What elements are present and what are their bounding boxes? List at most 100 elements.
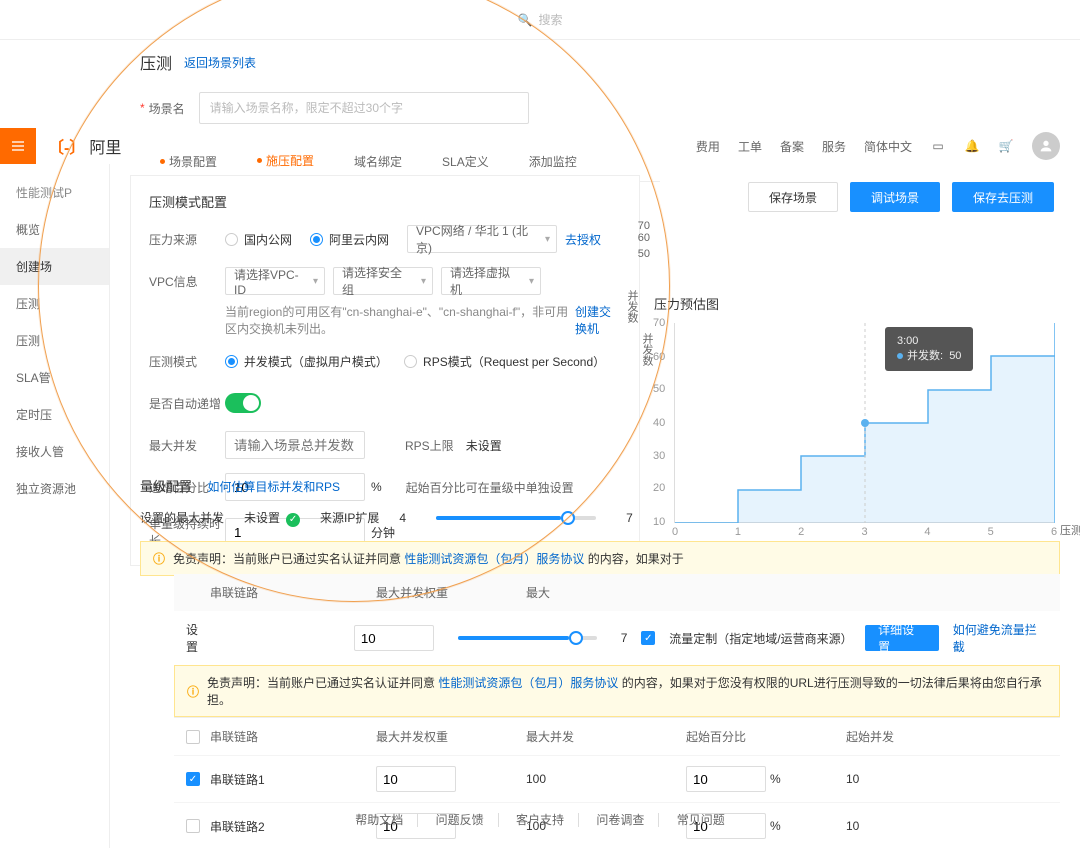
footer-docs[interactable]: 帮助文档 — [341, 813, 418, 827]
mid-row: 设置 7 ✓ 流量定制（指定地域/运营商来源） 详细设置 如何避免流量拦截 — [174, 611, 1060, 665]
action-buttons: 保存场景 调试场景 保存去压测 — [748, 182, 1054, 212]
mode-label: 压测模式 — [149, 353, 225, 370]
sidebar: 性能测试P 概览 创建场 压测 压测 SLA管 定时压 接收人管 独立资源池 — [0, 164, 110, 848]
mid-h3: 最大 — [526, 584, 686, 601]
mid-h1: 串联链路 — [186, 584, 376, 601]
bell-icon[interactable]: 🔔 — [964, 138, 980, 154]
mid-slider-max: 7 — [621, 631, 628, 645]
tt-val: 50 — [949, 350, 961, 362]
qty-max-label: 设置的最大并发 — [140, 509, 224, 526]
link-table-section: 串联链路 最大并发权重 最大 设置 7 ✓ 流量定制（指定地域/运营商来源） 详… — [174, 574, 1060, 849]
nav-service[interactable]: 服务 — [822, 138, 846, 155]
footer-faq[interactable]: 常见问题 — [663, 813, 739, 827]
debug-button[interactable]: 调试场景 — [850, 182, 940, 212]
brand-text: 阿里 — [89, 134, 121, 158]
footer-support[interactable]: 客户支持 — [502, 813, 579, 827]
radio-rps[interactable]: RPS模式（Request per Second） — [404, 353, 603, 370]
qty-title: 量级配置 — [140, 476, 192, 495]
info-icon: ⓘ — [153, 550, 165, 567]
sidebar-item-recv[interactable]: 接收人管 — [0, 433, 109, 470]
save-button[interactable]: 保存场景 — [748, 182, 838, 212]
nav-lang[interactable]: 简体中文 — [864, 138, 912, 155]
mid-input[interactable] — [354, 625, 434, 651]
ip-slider[interactable] — [436, 516, 596, 520]
cfg-title: 压测模式配置 — [149, 192, 621, 211]
traffic-label: 流量定制（指定地域/运营商来源） — [669, 630, 851, 647]
back-link[interactable]: 返回场景列表 — [184, 54, 256, 71]
search-placeholder: 搜索 — [538, 11, 562, 28]
pct-input[interactable] — [686, 766, 766, 792]
brand-icon: 〔-〕 — [48, 134, 85, 158]
scene-header: 压测 返回场景列表 * 场景名 场景配置 施压配置 域名绑定 SLA定义 添加监… — [140, 50, 660, 182]
nav-ticket[interactable]: 工单 — [738, 138, 762, 155]
slider-min: 4 — [399, 511, 406, 525]
footer-survey[interactable]: 问卷调查 — [582, 813, 659, 827]
auto-toggle[interactable] — [225, 393, 261, 413]
vpc-region-select[interactable]: VPC网络 / 华北 1 (北京) — [407, 225, 557, 253]
info-icon: ⓘ — [187, 683, 199, 700]
page-title: 压测 — [140, 50, 172, 74]
sidebar-item-test1[interactable]: 压测 — [0, 285, 109, 322]
nav-fee[interactable]: 费用 — [696, 138, 720, 155]
console-icon[interactable]: ▭ — [930, 138, 946, 154]
sec-group-select[interactable]: 请选择安全组 — [333, 267, 433, 295]
required-dot: * — [140, 101, 145, 115]
rps-val: 未设置 — [466, 437, 502, 454]
auth-link[interactable]: 去授权 — [565, 231, 601, 248]
nav-icp[interactable]: 备案 — [780, 138, 804, 155]
table-row: ✓串联链路1 100 % 10 — [174, 755, 1060, 802]
detail-button[interactable]: 详细设置 — [865, 625, 939, 651]
menu-button[interactable] — [0, 128, 36, 164]
mid-header: 串联链路 最大并发权重 最大 — [174, 574, 1060, 611]
left-y-fragment: 706050 — [638, 220, 650, 260]
sidebar-item-sched[interactable]: 定时压 — [0, 396, 109, 433]
avoid-link[interactable]: 如何避免流量拦截 — [953, 621, 1048, 655]
row-start: 10 — [846, 772, 966, 786]
traffic-checkbox[interactable]: ✓ — [641, 631, 655, 645]
auto-label: 是否自动递增 — [149, 395, 225, 412]
radio-intranet[interactable]: 阿里云内网 — [310, 231, 389, 248]
header-right: 费用 工单 备案 服务 简体中文 ▭ 🔔 🛒 — [696, 132, 1080, 160]
sidebar-title: 性能测试P — [0, 174, 109, 211]
qty-help-link[interactable]: 如何估算目标并发和RPS — [207, 480, 340, 494]
scene-name-input[interactable] — [199, 92, 529, 124]
rps-label: RPS上限 — [405, 437, 454, 454]
agreement-link-2[interactable]: 性能测试资源包（包月）服务协议 — [438, 676, 618, 690]
mid-h2: 最大并发权重 — [376, 584, 526, 601]
sidebar-item-create[interactable]: 创建场 — [0, 248, 109, 285]
row-name: 串联链路1 — [210, 771, 265, 788]
disclaimer-1: ⓘ 免责声明：当前账户已通过实名认证并同意 性能测试资源包（包月）服务协议 的内… — [140, 541, 1060, 576]
mid-slider[interactable] — [458, 636, 597, 640]
weight-input[interactable] — [376, 766, 456, 792]
table-header: 串联链路 最大并发权重 最大并发 起始百分比 起始并发 — [174, 717, 1060, 755]
x-axis-label: 压测时长 — [1060, 522, 1080, 538]
slider-max: 7 — [626, 511, 633, 525]
top-search: 🔍 搜索 — [0, 0, 1080, 40]
avatar[interactable] — [1032, 132, 1060, 160]
create-switch-link[interactable]: 创建交换机 — [575, 303, 621, 337]
sidebar-item-test2[interactable]: 压测 — [0, 322, 109, 359]
agreement-link-1[interactable]: 性能测试资源包（包月）服务协议 — [404, 552, 584, 566]
chart-tooltip: 3:00 并发数: 50 — [885, 327, 973, 371]
sidebar-item-overview[interactable]: 概览 — [0, 211, 109, 248]
qty-max-val: 未设置✓ — [244, 509, 300, 527]
radio-public[interactable]: 国内公网 — [225, 231, 292, 248]
sidebar-item-pool[interactable]: 独立资源池 — [0, 470, 109, 507]
footer-feedback[interactable]: 问题反馈 — [422, 813, 499, 827]
ip-ext-label: 来源IP扩展 — [320, 509, 379, 526]
go-button[interactable]: 保存去压测 — [952, 182, 1054, 212]
vm-select[interactable]: 请选择虚拟机 — [441, 267, 541, 295]
cart-icon[interactable]: 🛒 — [998, 138, 1014, 154]
row-checkbox[interactable]: ✓ — [186, 772, 200, 786]
brand-logo: 〔-〕 阿里 — [48, 134, 121, 158]
sidebar-item-sla[interactable]: SLA管 — [0, 359, 109, 396]
tt-series: 并发数: — [907, 350, 943, 362]
vpc-id-select[interactable]: 请选择VPC-ID — [225, 267, 325, 295]
check-all[interactable] — [186, 730, 200, 744]
radio-concurrent[interactable]: 并发模式（虚拟用户模式） — [225, 353, 386, 370]
left-axis-fragment: 并发数 — [624, 290, 640, 323]
quantity-section: 量级配置 如何估算目标并发和RPS 设置的最大并发 未设置✓ 来源IP扩展 4 … — [140, 476, 1060, 576]
chart-title: 压力预估图 — [654, 294, 1054, 313]
scene-name-label: 场景名 — [149, 100, 199, 117]
max-input[interactable] — [225, 431, 365, 459]
